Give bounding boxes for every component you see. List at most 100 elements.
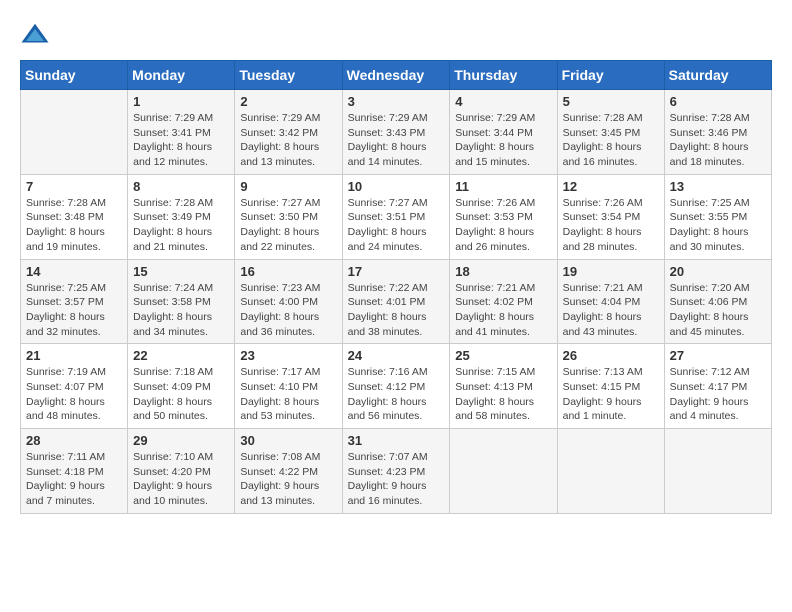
calendar-cell: 20 Sunrise: 7:20 AM Sunset: 4:06 PM Dayli…: [664, 259, 771, 344]
day-header-friday: Friday: [557, 61, 664, 90]
calendar-cell: 14Sunrise: 7:25 AM Sunset: 3:57 PM Dayli…: [21, 259, 128, 344]
day-info: Sunrise: 7:16 AM Sunset: 4:12 PM Dayligh…: [348, 365, 445, 424]
day-info: Sunrise: 7:26 AM Sunset: 3:53 PM Dayligh…: [455, 196, 551, 255]
day-number: 18: [455, 264, 551, 279]
calendar-cell: 1 Sunrise: 7:29 AM Sunset: 3:41 PM Daylig…: [128, 90, 235, 175]
day-info: Sunrise: 7:15 AM Sunset: 4:13 PM Dayligh…: [455, 365, 551, 424]
calendar-cell: [450, 429, 557, 514]
day-number: 1: [133, 94, 229, 109]
day-header-monday: Monday: [128, 61, 235, 90]
day-number: 3: [348, 94, 445, 109]
logo-icon: [20, 20, 50, 50]
calendar-cell: 19Sunrise: 7:21 AM Sunset: 4:04 PM Dayli…: [557, 259, 664, 344]
calendar-cell: 3 Sunrise: 7:29 AM Sunset: 3:43 PM Daylig…: [342, 90, 450, 175]
calendar-cell: 29 Sunrise: 7:10 AM Sunset: 4:20 PM Dayli…: [128, 429, 235, 514]
calendar-cell: 12 Sunrise: 7:26 AM Sunset: 3:54 PM Dayli…: [557, 174, 664, 259]
day-info: Sunrise: 7:07 AM Sunset: 4:23 PM Dayligh…: [348, 450, 445, 509]
day-header-saturday: Saturday: [664, 61, 771, 90]
calendar-cell: 31 Sunrise: 7:07 AM Sunset: 4:23 PM Dayli…: [342, 429, 450, 514]
day-number: 24: [348, 348, 445, 363]
calendar-cell: 13 Sunrise: 7:25 AM Sunset: 3:55 PM Dayli…: [664, 174, 771, 259]
calendar-cell: 7 Sunrise: 7:28 AM Sunset: 3:48 PM Daylig…: [21, 174, 128, 259]
day-headers-row: SundayMondayTuesdayWednesdayThursdayFrid…: [21, 61, 772, 90]
day-number: 17: [348, 264, 445, 279]
day-info: Sunrise: 7:28 AM Sunset: 3:49 PM Dayligh…: [133, 196, 229, 255]
calendar-cell: [557, 429, 664, 514]
day-info: Sunrise: 7:21 AM Sunset: 4:04 PM Dayligh…: [563, 281, 659, 340]
calendar-cell: 11 Sunrise: 7:26 AM Sunset: 3:53 PM Dayli…: [450, 174, 557, 259]
day-info: Sunrise: 7:25 AM Sunset: 3:55 PM Dayligh…: [670, 196, 766, 255]
calendar-cell: 8 Sunrise: 7:28 AM Sunset: 3:49 PM Daylig…: [128, 174, 235, 259]
day-number: 28: [26, 433, 122, 448]
day-number: 7: [26, 179, 122, 194]
day-info: Sunrise: 7:28 AM Sunset: 3:45 PM Dayligh…: [563, 111, 659, 170]
calendar-cell: 17 Sunrise: 7:22 AM Sunset: 4:01 PM Dayli…: [342, 259, 450, 344]
calendar-cell: 5 Sunrise: 7:28 AM Sunset: 3:45 PM Daylig…: [557, 90, 664, 175]
day-info: Sunrise: 7:24 AM Sunset: 3:58 PM Dayligh…: [133, 281, 229, 340]
calendar-cell: 15 Sunrise: 7:24 AM Sunset: 3:58 PM Dayli…: [128, 259, 235, 344]
calendar-cell: 24 Sunrise: 7:16 AM Sunset: 4:12 PM Dayli…: [342, 344, 450, 429]
day-number: 27: [670, 348, 766, 363]
week-row-1: 1 Sunrise: 7:29 AM Sunset: 3:41 PM Daylig…: [21, 90, 772, 175]
day-number: 12: [563, 179, 659, 194]
calendar-cell: 9 Sunrise: 7:27 AM Sunset: 3:50 PM Daylig…: [235, 174, 342, 259]
calendar-cell: 28 Sunrise: 7:11 AM Sunset: 4:18 PM Dayli…: [21, 429, 128, 514]
day-info: Sunrise: 7:19 AM Sunset: 4:07 PM Dayligh…: [26, 365, 122, 424]
week-row-2: 7 Sunrise: 7:28 AM Sunset: 3:48 PM Daylig…: [21, 174, 772, 259]
week-row-4: 21 Sunrise: 7:19 AM Sunset: 4:07 PM Dayli…: [21, 344, 772, 429]
calendar-cell: 18Sunrise: 7:21 AM Sunset: 4:02 PM Dayli…: [450, 259, 557, 344]
day-header-tuesday: Tuesday: [235, 61, 342, 90]
day-number: 10: [348, 179, 445, 194]
week-row-5: 28 Sunrise: 7:11 AM Sunset: 4:18 PM Dayli…: [21, 429, 772, 514]
day-number: 13: [670, 179, 766, 194]
calendar: SundayMondayTuesdayWednesdayThursdayFrid…: [20, 60, 772, 514]
day-info: Sunrise: 7:28 AM Sunset: 3:46 PM Dayligh…: [670, 111, 766, 170]
day-info: Sunrise: 7:27 AM Sunset: 3:50 PM Dayligh…: [240, 196, 336, 255]
day-info: Sunrise: 7:10 AM Sunset: 4:20 PM Dayligh…: [133, 450, 229, 509]
day-info: Sunrise: 7:29 AM Sunset: 3:43 PM Dayligh…: [348, 111, 445, 170]
calendar-cell: 22 Sunrise: 7:18 AM Sunset: 4:09 PM Dayli…: [128, 344, 235, 429]
day-info: Sunrise: 7:11 AM Sunset: 4:18 PM Dayligh…: [26, 450, 122, 509]
calendar-cell: 26Sunrise: 7:13 AM Sunset: 4:15 PM Dayli…: [557, 344, 664, 429]
day-number: 11: [455, 179, 551, 194]
day-number: 31: [348, 433, 445, 448]
day-number: 5: [563, 94, 659, 109]
day-info: Sunrise: 7:08 AM Sunset: 4:22 PM Dayligh…: [240, 450, 336, 509]
calendar-cell: 21 Sunrise: 7:19 AM Sunset: 4:07 PM Dayli…: [21, 344, 128, 429]
day-info: Sunrise: 7:28 AM Sunset: 3:48 PM Dayligh…: [26, 196, 122, 255]
day-number: 25: [455, 348, 551, 363]
calendar-cell: 25 Sunrise: 7:15 AM Sunset: 4:13 PM Dayli…: [450, 344, 557, 429]
day-header-sunday: Sunday: [21, 61, 128, 90]
day-number: 4: [455, 94, 551, 109]
week-row-3: 14Sunrise: 7:25 AM Sunset: 3:57 PM Dayli…: [21, 259, 772, 344]
day-info: Sunrise: 7:22 AM Sunset: 4:01 PM Dayligh…: [348, 281, 445, 340]
day-number: 22: [133, 348, 229, 363]
day-info: Sunrise: 7:13 AM Sunset: 4:15 PM Dayligh…: [563, 365, 659, 424]
day-number: 23: [240, 348, 336, 363]
day-number: 29: [133, 433, 229, 448]
calendar-cell: 4 Sunrise: 7:29 AM Sunset: 3:44 PM Daylig…: [450, 90, 557, 175]
calendar-cell: 30Sunrise: 7:08 AM Sunset: 4:22 PM Dayli…: [235, 429, 342, 514]
day-info: Sunrise: 7:20 AM Sunset: 4:06 PM Dayligh…: [670, 281, 766, 340]
day-number: 20: [670, 264, 766, 279]
day-number: 2: [240, 94, 336, 109]
day-info: Sunrise: 7:17 AM Sunset: 4:10 PM Dayligh…: [240, 365, 336, 424]
day-number: 15: [133, 264, 229, 279]
day-number: 14: [26, 264, 122, 279]
day-info: Sunrise: 7:23 AM Sunset: 4:00 PM Dayligh…: [240, 281, 336, 340]
day-number: 6: [670, 94, 766, 109]
day-info: Sunrise: 7:12 AM Sunset: 4:17 PM Dayligh…: [670, 365, 766, 424]
day-info: Sunrise: 7:18 AM Sunset: 4:09 PM Dayligh…: [133, 365, 229, 424]
day-info: Sunrise: 7:29 AM Sunset: 3:44 PM Dayligh…: [455, 111, 551, 170]
calendar-cell: 10Sunrise: 7:27 AM Sunset: 3:51 PM Dayli…: [342, 174, 450, 259]
day-header-wednesday: Wednesday: [342, 61, 450, 90]
day-info: Sunrise: 7:29 AM Sunset: 3:42 PM Dayligh…: [240, 111, 336, 170]
calendar-cell: 6 Sunrise: 7:28 AM Sunset: 3:46 PM Daylig…: [664, 90, 771, 175]
day-info: Sunrise: 7:26 AM Sunset: 3:54 PM Dayligh…: [563, 196, 659, 255]
calendar-cell: 2 Sunrise: 7:29 AM Sunset: 3:42 PM Daylig…: [235, 90, 342, 175]
day-info: Sunrise: 7:29 AM Sunset: 3:41 PM Dayligh…: [133, 111, 229, 170]
day-number: 21: [26, 348, 122, 363]
day-number: 8: [133, 179, 229, 194]
day-number: 16: [240, 264, 336, 279]
day-number: 9: [240, 179, 336, 194]
